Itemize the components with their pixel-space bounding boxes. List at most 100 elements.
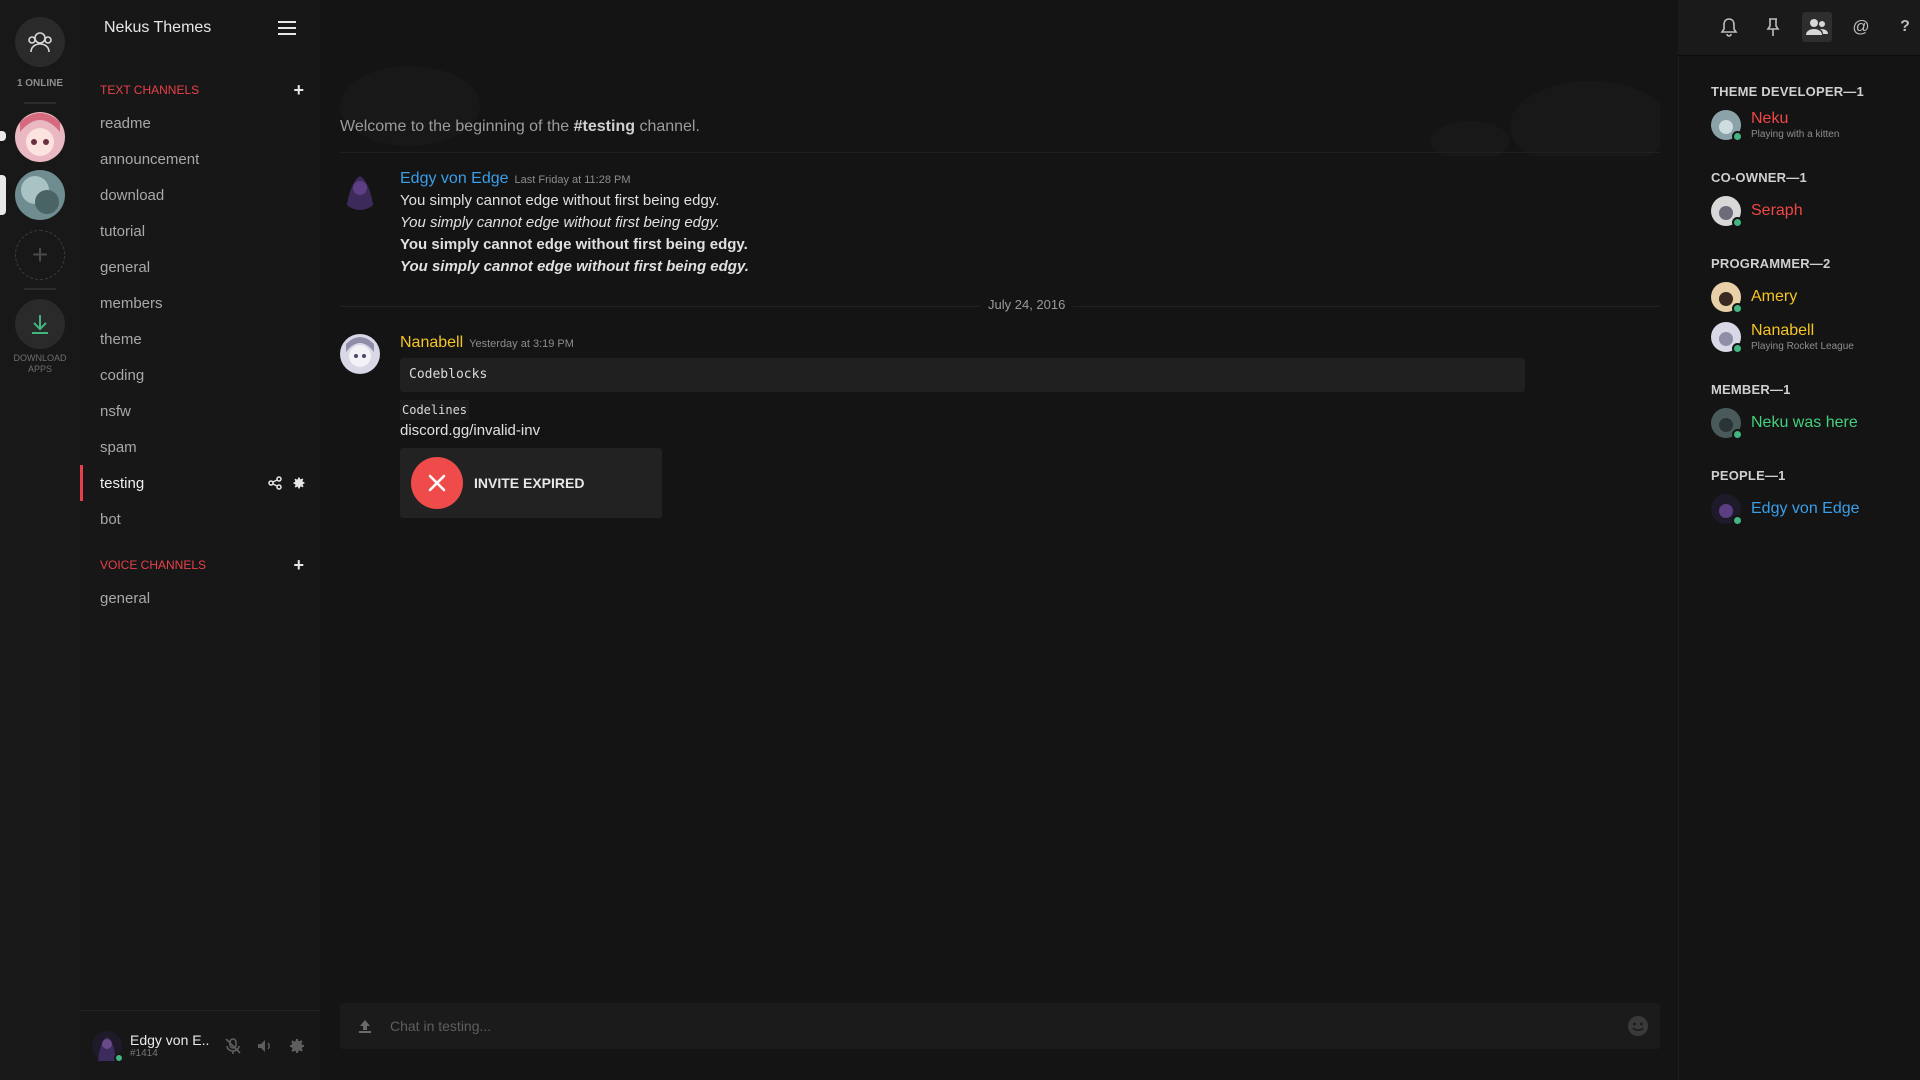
mentions-button[interactable]: @ bbox=[1846, 12, 1876, 42]
avatar[interactable] bbox=[92, 1030, 124, 1063]
notifications-button[interactable] bbox=[1714, 12, 1744, 42]
code-block: Codeblocks bbox=[400, 358, 1525, 392]
download-apps-button[interactable] bbox=[15, 299, 65, 349]
friends-home-button[interactable] bbox=[15, 17, 65, 67]
channel-item-announcement[interactable]: announcement bbox=[80, 141, 320, 177]
member-item[interactable]: Neku Playing with a kitten bbox=[1711, 110, 1839, 142]
role-header: PROGRAMMER—2 bbox=[1711, 256, 1831, 271]
channel-label: download bbox=[100, 186, 165, 204]
invite-status: INVITE EXPIRED bbox=[474, 475, 585, 491]
member-name: Neku was here bbox=[1751, 414, 1858, 431]
channel-item-coding[interactable]: coding bbox=[80, 357, 320, 393]
add-server-button[interactable]: + bbox=[15, 230, 65, 280]
text-channels-category[interactable]: TEXT CHANNELS + bbox=[80, 80, 320, 100]
invite-expired-icon bbox=[411, 457, 463, 509]
channel-item-general[interactable]: general bbox=[80, 249, 320, 285]
channel-item-tutorial[interactable]: tutorial bbox=[80, 213, 320, 249]
date-divider-label: July 24, 2016 bbox=[980, 297, 1074, 312]
server-icon-nekus-themes[interactable] bbox=[15, 170, 65, 220]
channel-label: members bbox=[100, 294, 163, 312]
member-activity: Playing Rocket League bbox=[1751, 341, 1854, 352]
date-divider: July 24, 2016 bbox=[340, 297, 1660, 312]
upload-icon bbox=[359, 1020, 371, 1033]
channel-item-nsfw[interactable]: nsfw bbox=[80, 393, 320, 429]
emoji-icon bbox=[1628, 1016, 1648, 1036]
help-icon: ? bbox=[1900, 18, 1910, 35]
member-item[interactable]: Amery bbox=[1711, 282, 1797, 314]
edgy-avatar-icon bbox=[340, 170, 380, 210]
voice-channels-category[interactable]: VOICE CHANNELS + bbox=[80, 555, 320, 575]
user-panel: Edgy von E... #1414 bbox=[80, 1010, 320, 1080]
avatar[interactable] bbox=[1711, 110, 1743, 142]
avatar[interactable] bbox=[1711, 494, 1743, 526]
channel-sidebar: Nekus Themes TEXT CHANNELS + readme annou… bbox=[80, 0, 320, 1080]
message-timestamp: Yesterday at 3:19 PM bbox=[469, 338, 574, 350]
voice-channel-item-general[interactable]: general bbox=[80, 580, 320, 616]
avatar[interactable] bbox=[1711, 408, 1743, 440]
add-voice-channel-icon[interactable]: + bbox=[293, 555, 304, 576]
channel-item-theme[interactable]: theme bbox=[80, 321, 320, 357]
server-unread-pill bbox=[0, 131, 6, 141]
add-text-channel-icon[interactable]: + bbox=[293, 80, 304, 101]
member-item[interactable]: Edgy von Edge bbox=[1711, 494, 1860, 526]
download-label-line2: APPS bbox=[27, 364, 52, 374]
speaker-icon[interactable] bbox=[256, 1037, 274, 1055]
member-item[interactable]: Nanabell Playing Rocket League bbox=[1711, 322, 1854, 354]
welcome-channel: #testing bbox=[573, 118, 635, 135]
member-list-toggle[interactable] bbox=[1802, 12, 1832, 42]
share-icon[interactable] bbox=[268, 476, 282, 490]
invite-link[interactable]: discord.gg/invalid-inv bbox=[400, 420, 1525, 442]
avatar[interactable] bbox=[1711, 196, 1743, 228]
message-input[interactable] bbox=[390, 1018, 1616, 1034]
member-list: THEME DEVELOPER—1 Neku Playing with a kitt… bbox=[1678, 56, 1920, 1080]
invite-embed: INVITE EXPIRED bbox=[400, 448, 662, 518]
hamburger-menu-icon[interactable] bbox=[278, 20, 296, 36]
channel-item-testing[interactable]: testing bbox=[80, 465, 320, 501]
message-author[interactable]: Nanabell bbox=[400, 334, 463, 352]
channel-settings-gear-icon[interactable] bbox=[292, 476, 306, 490]
channel-label: theme bbox=[100, 330, 142, 348]
rail-divider bbox=[24, 102, 56, 104]
mute-mic-icon[interactable] bbox=[224, 1037, 242, 1055]
user-name: Edgy von E... bbox=[130, 1032, 210, 1048]
nanabell-avatar-icon bbox=[340, 334, 380, 374]
download-label-line1: DOWNLOAD bbox=[13, 353, 67, 363]
emoji-picker-button[interactable] bbox=[1616, 1015, 1660, 1037]
server-rail: 1 ONLINE + DOWNLOAD APPS bbox=[0, 0, 80, 1080]
text-channels-label: TEXT CHANNELS bbox=[100, 83, 200, 97]
role-header: MEMBER—1 bbox=[1711, 382, 1791, 397]
channel-item-readme[interactable]: readme bbox=[80, 105, 320, 141]
member-item[interactable]: Neku was here bbox=[1711, 408, 1858, 440]
channel-item-spam[interactable]: spam bbox=[80, 429, 320, 465]
pin-icon bbox=[1766, 18, 1780, 36]
channel-label: testing bbox=[100, 474, 145, 492]
help-button[interactable]: ? bbox=[1890, 12, 1920, 42]
anime-avatar-icon bbox=[15, 112, 65, 162]
avatar[interactable] bbox=[340, 170, 380, 210]
user-tag: #1414 bbox=[130, 1048, 158, 1059]
avatar[interactable] bbox=[1711, 282, 1743, 314]
upload-button[interactable] bbox=[340, 1018, 390, 1034]
pinned-messages-button[interactable] bbox=[1758, 12, 1788, 42]
user-settings-gear-icon[interactable] bbox=[288, 1037, 306, 1055]
guild-name: Nekus Themes bbox=[104, 19, 212, 36]
channel-item-members[interactable]: members bbox=[80, 285, 320, 321]
role-header: THEME DEVELOPER—1 bbox=[1711, 84, 1864, 99]
channel-label: readme bbox=[100, 114, 151, 132]
avatar[interactable] bbox=[1711, 322, 1743, 354]
member-name: Seraph bbox=[1751, 202, 1803, 219]
message-author[interactable]: Edgy von Edge bbox=[400, 170, 509, 188]
download-icon bbox=[32, 315, 48, 334]
members-icon bbox=[1806, 19, 1828, 35]
chat-area: Welcome to the beginning of the #testing… bbox=[320, 0, 1678, 1080]
message-timestamp: Last Friday at 11:28 PM bbox=[514, 174, 631, 186]
channel-item-download[interactable]: download bbox=[80, 177, 320, 213]
avatar[interactable] bbox=[340, 334, 380, 374]
server-icon-anime[interactable] bbox=[15, 112, 65, 162]
header-toolbar: @ ? bbox=[1714, 12, 1920, 42]
channel-label: spam bbox=[100, 438, 137, 456]
online-status-dot bbox=[1732, 303, 1743, 314]
member-item[interactable]: Seraph bbox=[1711, 196, 1803, 228]
guild-header[interactable]: Nekus Themes bbox=[80, 0, 320, 56]
channel-item-bot[interactable]: bot bbox=[80, 501, 320, 537]
